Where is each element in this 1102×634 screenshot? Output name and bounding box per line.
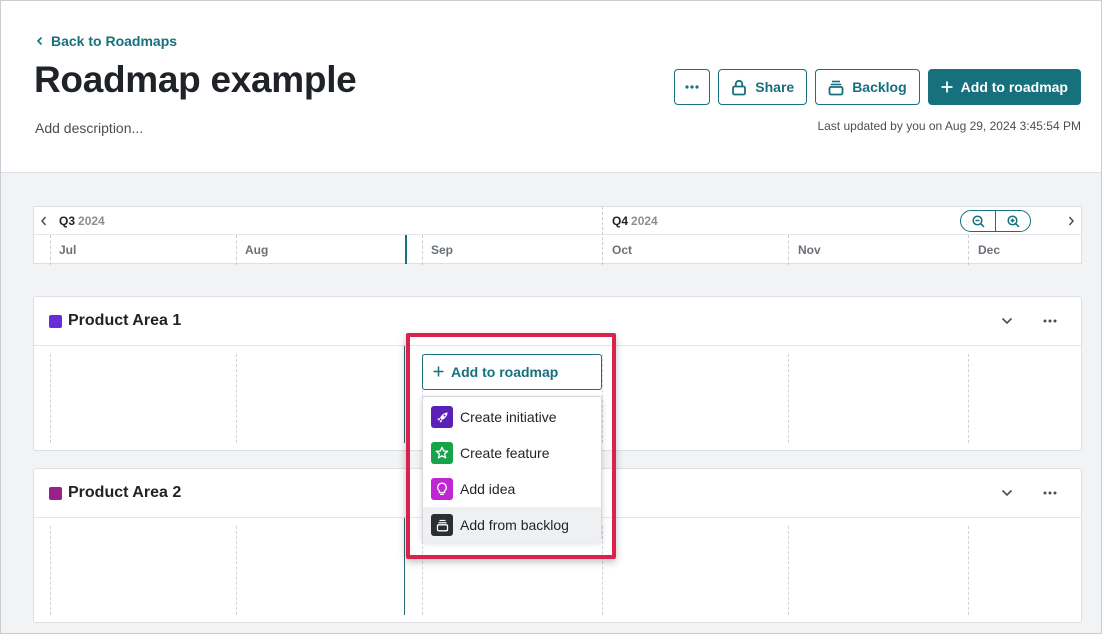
chevron-left-icon	[41, 216, 47, 226]
quarter-label-q3: Q3 2024	[59, 214, 105, 228]
app-frame: Back to Roadmaps Roadmap example Add des…	[0, 0, 1102, 634]
rocket-icon	[431, 406, 453, 428]
today-marker	[405, 235, 407, 264]
plus-icon	[433, 364, 444, 380]
quarter-row: Q3 2024 Q4 2024	[34, 207, 1081, 235]
chevron-down-icon	[1001, 489, 1013, 497]
back-link-label: Back to Roadmaps	[51, 33, 178, 49]
month-divider	[788, 235, 789, 265]
page-header: Back to Roadmaps Roadmap example Add des…	[1, 1, 1101, 173]
lane-more-button[interactable]	[1041, 313, 1059, 329]
ellipsis-icon	[1043, 319, 1057, 323]
timeline-header: Q3 2024 Q4 2024 Jul Aug Sep Oct Nov Dec	[33, 206, 1082, 265]
month-divider	[50, 235, 51, 265]
plus-icon	[941, 81, 953, 93]
ellipsis-icon	[1043, 491, 1057, 495]
lane-color-swatch	[49, 487, 62, 500]
add-menu: Create initiative Create feature Add ide…	[422, 396, 602, 543]
add-to-roadmap-button[interactable]: Add to roadmap	[927, 69, 1081, 105]
month-label-dec: Dec	[978, 243, 1001, 257]
chevron-down-icon	[1001, 317, 1013, 325]
backlog-button[interactable]: Backlog	[815, 69, 920, 105]
share-label: Share	[755, 79, 795, 95]
stack-icon	[431, 514, 453, 536]
star-icon	[431, 442, 453, 464]
quarter-year: 2024	[631, 214, 658, 228]
backlog-label: Backlog	[852, 79, 907, 95]
scroll-left-button[interactable]	[36, 213, 52, 229]
lane-color-swatch	[49, 315, 62, 328]
today-line	[404, 346, 405, 443]
share-button[interactable]: Share	[718, 69, 808, 105]
toolbar: Share Backlog Add to roadmap	[674, 69, 1081, 105]
month-divider	[422, 235, 423, 265]
month-divider	[968, 235, 969, 265]
last-updated-text: Last updated by you on Aug 29, 2024 3:45…	[817, 119, 1081, 133]
quarter-divider	[602, 207, 603, 265]
zoom-in-icon	[1006, 214, 1020, 228]
menu-item-label: Add idea	[460, 481, 516, 497]
month-divider	[236, 235, 237, 265]
add-to-roadmap-label: Add to roadmap	[960, 79, 1068, 95]
chevron-right-icon	[1068, 216, 1074, 226]
more-options-button[interactable]	[674, 69, 711, 105]
lane-title: Product Area 2	[68, 484, 182, 501]
grid-line	[50, 354, 51, 443]
collapse-lane-button[interactable]	[999, 313, 1015, 329]
scroll-right-button[interactable]	[1063, 213, 1079, 229]
page-title: Roadmap example	[34, 59, 357, 100]
stack-icon	[828, 79, 844, 96]
menu-item-label: Create initiative	[460, 409, 557, 425]
lane-title: Product Area 1	[68, 312, 182, 329]
grid-line	[968, 526, 969, 615]
quarter-year: 2024	[78, 214, 105, 228]
quarter-name: Q4	[612, 214, 629, 228]
menu-item-add-from-backlog[interactable]: Add from backlog	[423, 507, 601, 543]
menu-item-create-feature[interactable]: Create feature	[423, 435, 601, 471]
zoom-out-button[interactable]	[961, 211, 995, 231]
quarter-name: Q3	[59, 214, 76, 228]
month-label-sep: Sep	[431, 243, 454, 257]
menu-item-label: Add from backlog	[460, 517, 569, 533]
lane-more-button[interactable]	[1041, 485, 1059, 501]
menu-item-label: Create feature	[460, 445, 550, 461]
ellipsis-icon	[685, 85, 699, 89]
grid-line	[236, 526, 237, 615]
menu-item-create-initiative[interactable]: Create initiative	[423, 399, 601, 435]
grid-line	[236, 354, 237, 443]
grid-line	[968, 354, 969, 443]
grid-line	[788, 354, 789, 443]
zoom-in-button[interactable]	[995, 211, 1030, 231]
collapse-lane-button[interactable]	[999, 485, 1015, 501]
description-field[interactable]: Add description...	[35, 120, 143, 136]
month-label-aug: Aug	[245, 243, 269, 257]
month-label-oct: Oct	[612, 243, 633, 257]
lightbulb-icon	[431, 478, 453, 500]
zoom-control	[960, 210, 1031, 232]
menu-item-add-idea[interactable]: Add idea	[423, 471, 601, 507]
zoom-out-icon	[971, 214, 985, 228]
lock-icon	[731, 79, 747, 96]
lane-add-to-roadmap-button[interactable]: Add to roadmap	[422, 354, 602, 390]
quarter-label-q4: Q4 2024	[612, 214, 658, 228]
grid-line	[788, 526, 789, 615]
chevron-left-icon	[35, 34, 45, 49]
month-label-jul: Jul	[59, 243, 77, 257]
month-label-nov: Nov	[798, 243, 821, 257]
add-to-roadmap-label: Add to roadmap	[451, 364, 559, 380]
today-line	[404, 518, 405, 615]
grid-line	[50, 526, 51, 615]
back-to-roadmaps-link[interactable]: Back to Roadmaps	[35, 33, 177, 49]
